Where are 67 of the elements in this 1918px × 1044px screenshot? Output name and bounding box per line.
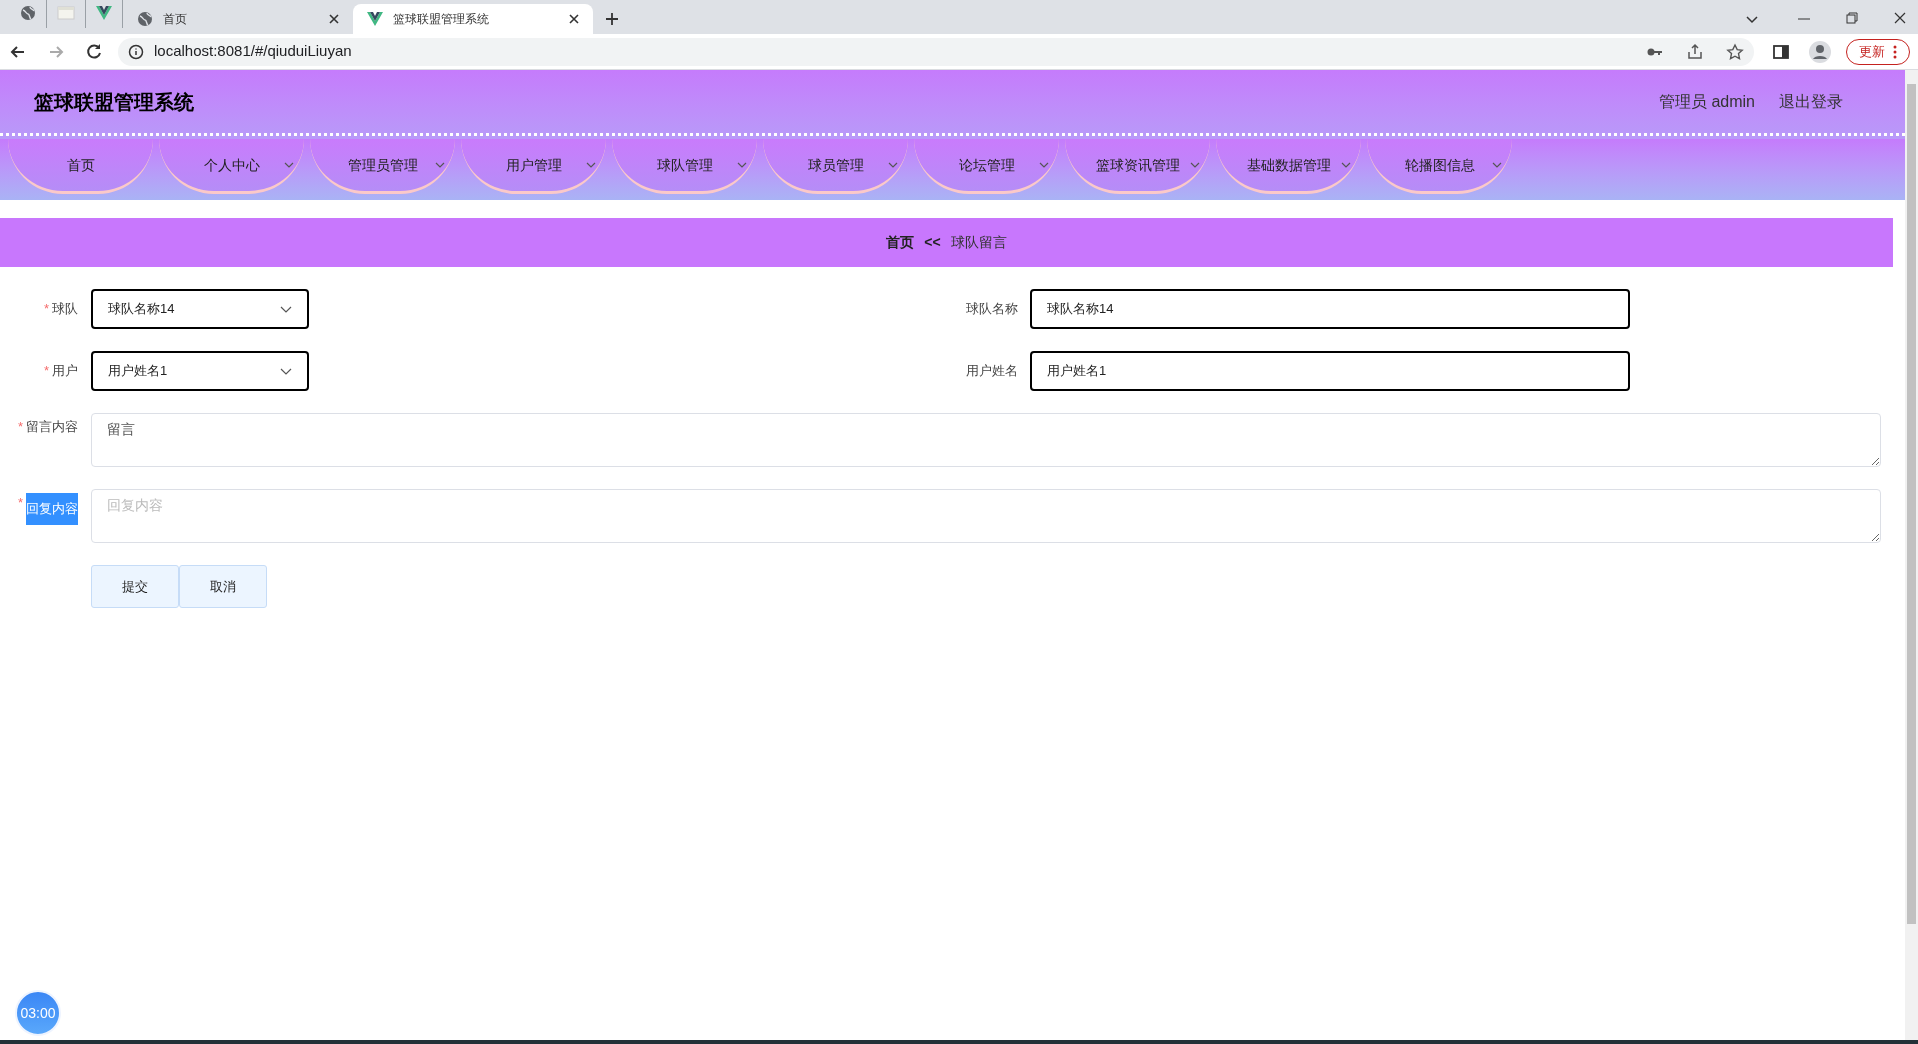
team-select[interactable]: 用户姓名1: [91, 351, 309, 391]
form-button[interactable]: 提交: [91, 565, 179, 608]
logout-link[interactable]: 退出登录: [1779, 89, 1843, 114]
nav-menu-item[interactable]: 球队管理: [612, 139, 757, 194]
chevron-down-icon: [737, 162, 747, 168]
breadcrumb-home-link[interactable]: 首页: [886, 232, 915, 253]
browser-tab[interactable]: 篮球联盟管理系统: [353, 4, 593, 34]
nav-menu-item[interactable]: 基础数据管理: [1216, 139, 1361, 194]
field-label: 球队: [52, 300, 78, 319]
chevron-down-icon: [586, 162, 596, 168]
tab-search-icon[interactable]: [1746, 16, 1758, 24]
nav-menu-item[interactable]: 论坛管理: [914, 139, 1059, 194]
v-logo-icon: [96, 6, 112, 20]
breadcrumb-current: 球队留言: [950, 233, 1007, 252]
globe-icon: [137, 11, 153, 27]
side-panel-icon[interactable]: [1772, 42, 1790, 61]
field-label: 回复内容: [26, 493, 78, 525]
form-button[interactable]: 取消: [179, 565, 267, 608]
chevron-down-icon: [284, 162, 294, 168]
required-asterisk: *: [43, 362, 49, 381]
required-asterisk: *: [17, 494, 23, 512]
info-icon: [128, 43, 144, 60]
chevron-down-icon: [1190, 162, 1200, 168]
globe-icon: [20, 5, 36, 21]
countdown-timer: 03:00: [15, 990, 61, 1036]
close-icon[interactable]: [569, 14, 579, 24]
nav-menu-item[interactable]: 篮球资讯管理: [1065, 139, 1210, 194]
nav-menu-item[interactable]: 管理员管理: [310, 139, 455, 194]
required-asterisk: *: [17, 418, 23, 436]
nav-menu-item[interactable]: 首页: [8, 139, 153, 194]
chevron-down-icon: [1341, 162, 1351, 168]
team-select[interactable]: 球队名称14: [91, 289, 309, 329]
text-area-field[interactable]: 留言: [91, 413, 1881, 467]
user-label: 管理员 admin: [1658, 91, 1755, 112]
v-logo-icon: [367, 12, 383, 26]
address-bar[interactable]: localhost:8081/#/qiuduiLiuyan: [118, 37, 1754, 66]
browser-tab[interactable]: 首页: [123, 4, 353, 34]
breadcrumb-separator: <<: [924, 233, 941, 252]
field-label: 用户: [52, 362, 78, 381]
chevron-down-icon: [888, 162, 898, 168]
site-title: 篮球联盟管理系统: [34, 89, 194, 115]
required-asterisk: *: [43, 300, 49, 319]
field-label: 球队名称: [965, 300, 1018, 319]
close-icon[interactable]: [329, 14, 339, 24]
field-label: 用户姓名: [965, 362, 1018, 381]
nav-menu-item[interactable]: 轮播图信息: [1367, 139, 1512, 194]
field-label: 留言内容: [26, 418, 78, 436]
chevron-down-icon: [435, 162, 445, 168]
close-window-icon[interactable]: [1894, 12, 1906, 24]
chevron-down-icon: [1039, 162, 1049, 168]
nav-menu-item[interactable]: 球员管理: [763, 139, 908, 194]
more-icon: [1893, 44, 1897, 59]
nav-menu-item[interactable]: 个人中心: [159, 139, 304, 194]
chevron-down-icon: [1492, 162, 1502, 168]
url-text: localhost:8081/#/qiuduiLiuyan: [154, 41, 352, 62]
text-area-field[interactable]: 回复内容: [91, 489, 1881, 543]
nav-menu-item[interactable]: 用户管理: [461, 139, 606, 194]
text-input-field[interactable]: 用户姓名1: [1030, 351, 1630, 391]
page-icon: [57, 6, 75, 20]
chevron-down-icon: [280, 367, 292, 375]
share-icon[interactable]: [1686, 42, 1704, 61]
restore-icon[interactable]: [1846, 12, 1858, 24]
chevron-down-icon: [280, 305, 292, 313]
profile-icon[interactable]: [1808, 39, 1832, 64]
star-icon[interactable]: [1726, 42, 1744, 61]
text-input-field[interactable]: 球队名称14: [1030, 289, 1630, 329]
new-tab-icon[interactable]: [605, 12, 619, 26]
